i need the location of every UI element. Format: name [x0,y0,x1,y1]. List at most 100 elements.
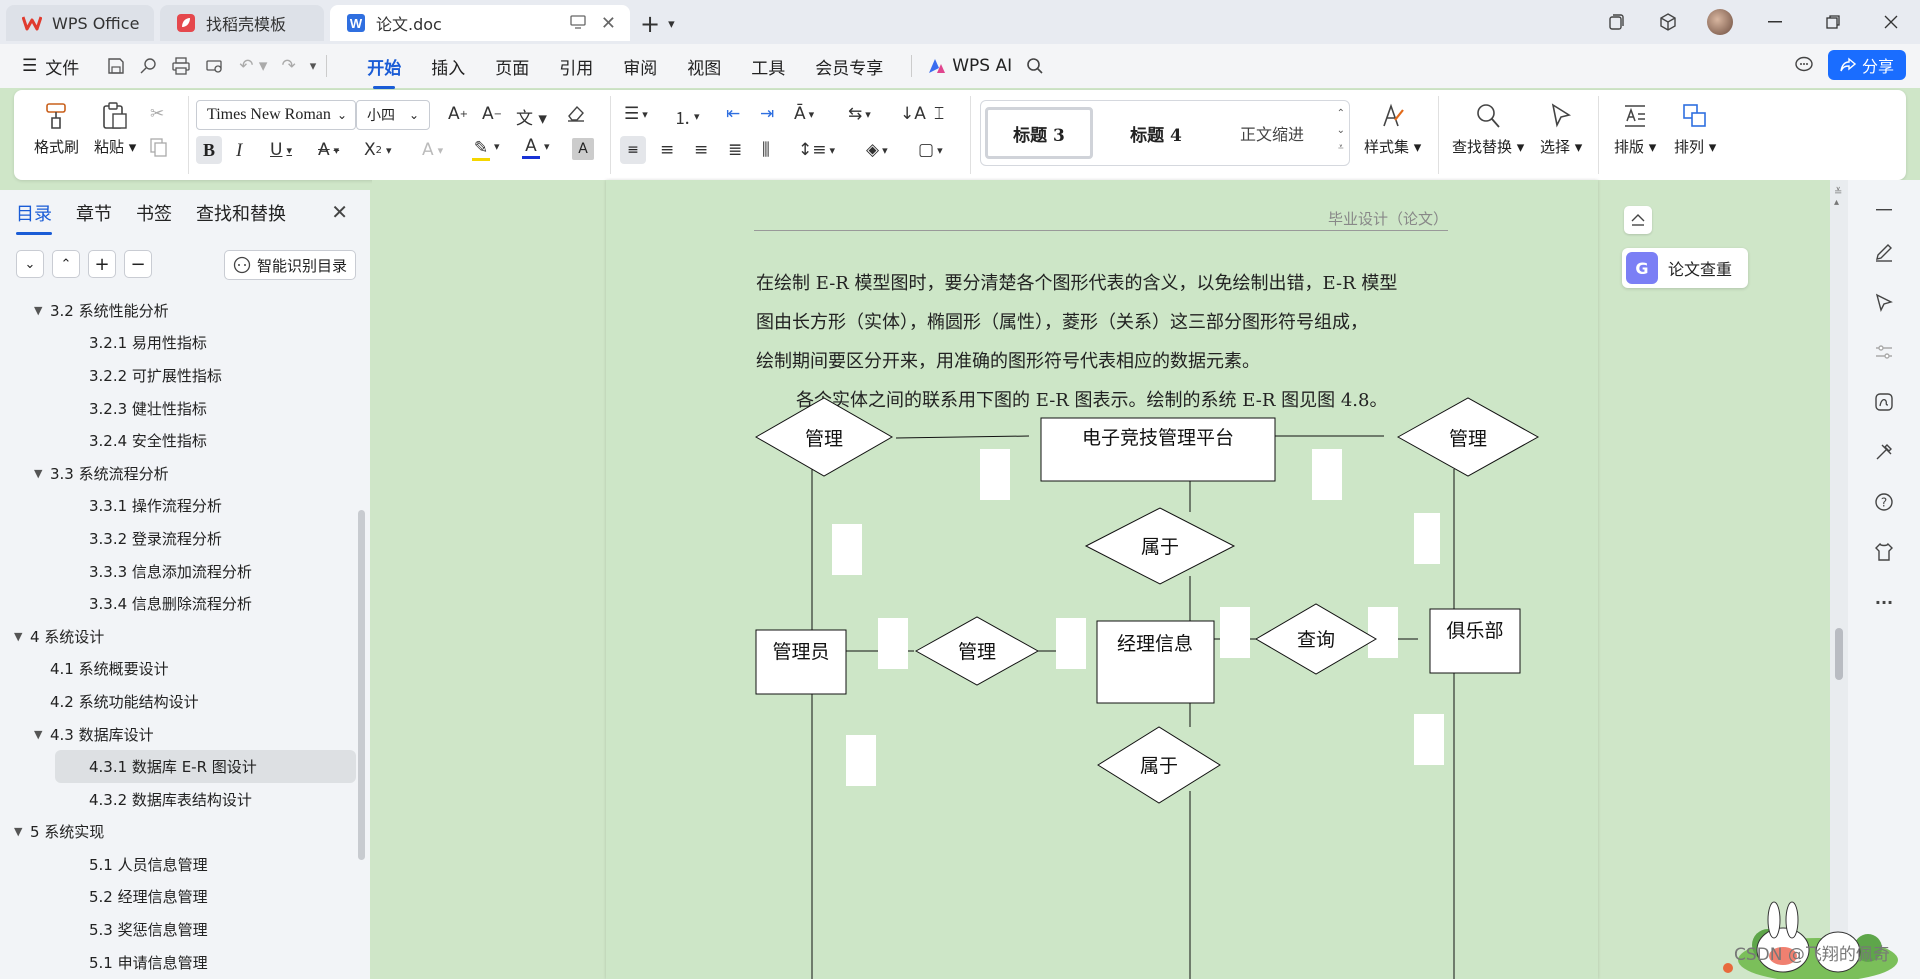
export-icon[interactable] [139,57,157,75]
help-icon[interactable]: ? [1870,488,1898,516]
numbered-list-icon[interactable]: ⒈ ▾ [674,104,700,129]
expand-triangle-icon[interactable]: ▼ [34,304,50,317]
pen-icon[interactable] [1870,238,1898,266]
menu-tab-member[interactable]: 会员专享 [815,50,883,83]
strikethrough-button[interactable]: A ▾ [318,140,339,160]
toc-item[interactable]: 4.3.1 数据库 E-R 图设计 [55,750,356,783]
toc-item[interactable]: 5.1 人员信息管理 [0,848,360,881]
style-set-button[interactable]: 样式集 ▾ [1364,102,1421,157]
italic-button[interactable]: I [236,140,242,162]
style-heading-4[interactable]: 标题 4 [1101,107,1211,159]
select-button[interactable]: 选择 ▾ [1540,102,1582,157]
wps-ai-button[interactable]: WPS AI [928,56,1012,76]
toc-item[interactable]: 5.2 经理信息管理 [0,881,360,914]
toc-item[interactable]: ▼ 4.3 数据库设计 [0,718,360,751]
comment-icon[interactable] [1794,56,1814,74]
expand-triangle-icon[interactable]: ▼ [14,825,30,838]
line-break-icon[interactable]: ⇆ ▾ [848,104,871,124]
toc-item[interactable]: ▼ 5 系统实现 [0,816,360,849]
find-replace-button[interactable]: 查找替换 ▾ [1452,102,1524,157]
increase-indent-icon[interactable]: ⇥ [760,104,774,124]
er-entity-manager-info[interactable]: 经理信息 [1096,620,1215,704]
sliders-icon[interactable] [1870,338,1898,366]
toc-item[interactable]: 4.3.2 数据库表结构设计 [0,783,360,816]
phonetic-guide-icon[interactable]: 文 ▾ [516,104,547,129]
bold-button[interactable]: B [196,136,222,164]
document-page[interactable]: 毕业设计（论文） 在绘制 E-R 模型图时，要分清楚各个图形代表的含义，以免绘制… [606,180,1598,979]
shrink-font-icon[interactable]: A − [482,104,502,124]
panel-tab-find-replace[interactable]: 查找和替换 [196,200,286,235]
menu-tab-review[interactable]: 审阅 [623,50,657,83]
add-heading-button[interactable]: + [88,250,116,278]
er-relation-manage-mid[interactable]: 管理 [914,616,1040,686]
minimize-icon[interactable] [1746,0,1804,44]
toc-item[interactable]: 4.1 系统概要设计 [0,653,360,686]
window-copy-icon[interactable] [1590,0,1642,44]
er-entity-platform[interactable]: 电子竞技管理平台 [1040,417,1276,482]
auto-toc-button[interactable]: 智能识别目录 [223,250,356,280]
decrease-indent-icon[interactable]: ⇤ [726,104,740,124]
panel-tab-toc[interactable]: 目录 [16,200,52,235]
scrollbar-thumb[interactable] [1835,628,1843,680]
er-entity-club[interactable]: 俱乐部 [1429,608,1521,674]
cube-icon[interactable] [1642,0,1694,44]
customize-qat-icon[interactable]: ▾ [310,59,317,74]
toc-item[interactable]: 4.2 系统功能结构设计 [0,685,360,718]
tools-icon[interactable] [1870,438,1898,466]
collapse-ribbon-button[interactable] [1624,206,1652,234]
menu-tab-references[interactable]: 引用 [559,50,593,83]
expand-triangle-icon[interactable]: ▼ [14,630,30,643]
er-relation-manage-left[interactable]: 管理 [754,397,894,477]
toc-item[interactable]: 3.2.3 健壮性指标 [0,392,360,425]
er-entity-admin[interactable]: 管理员 [755,629,847,695]
expand-triangle-icon[interactable]: ▼ [34,467,50,480]
toc-item[interactable]: ▼ 3.3 系统流程分析 [0,457,360,490]
toc-item[interactable]: 3.3.3 信息添加流程分析 [0,555,360,588]
clear-format-icon[interactable] [566,104,586,122]
collapse-up-button[interactable]: ⌃ [52,250,80,278]
toc-item[interactable]: ▼ 3.2 系统性能分析 [0,294,360,327]
arrange-button[interactable]: 排列 ▾ [1674,102,1716,157]
tab-document[interactable]: W 论文.doc ✕ [330,5,630,41]
style-body-indent[interactable]: 正文缩进 [1217,107,1327,159]
tab-docer-template[interactable]: 找稻壳模板 [160,5,324,41]
toc-item[interactable]: 3.3.2 登录流程分析 [0,522,360,555]
close-panel-icon[interactable]: ✕ [331,200,348,224]
menu-tab-view[interactable]: 视图 [687,50,721,83]
toc-item[interactable]: 3.2.4 安全性指标 [0,424,360,457]
er-diagram[interactable]: 电子竞技管理平台 管理员 经理信息 俱乐部 管理 管理 属于 管理 查询 属于 [606,180,1598,979]
redo-icon[interactable]: ↷ [281,56,295,76]
underline-button[interactable]: U ▾ [270,140,292,160]
panel-scrollbar[interactable] [358,510,365,860]
show-marks-icon[interactable]: ⌶ [934,104,944,124]
toc-item[interactable]: ▼ 4 系统设计 [0,620,360,653]
bullet-list-icon[interactable]: ☰ ▾ [624,104,648,124]
format-painter-button[interactable]: 格式刷 [34,102,79,157]
more-icon[interactable]: ··· [1870,588,1898,616]
search-icon[interactable] [1026,57,1044,75]
superscript-button[interactable]: X2 ▾ [364,140,392,160]
chevron-down-icon[interactable]: ▾ [544,140,550,153]
undo-icon[interactable]: ↶ ▾ [239,56,267,76]
line-spacing-icon[interactable]: ↕≡ ▾ [798,140,835,160]
menu-tab-tools[interactable]: 工具 [751,50,785,83]
expand-triangle-icon[interactable]: ▼ [34,728,50,741]
restore-icon[interactable] [1804,0,1862,44]
panel-tab-sections[interactable]: 章节 [76,200,112,235]
char-shading-button[interactable]: A [572,138,594,160]
align-right-icon[interactable]: ≡ [694,140,708,160]
monitor-icon[interactable] [570,15,586,29]
new-tab-button[interactable]: + ▾ [640,10,675,38]
print-icon[interactable] [171,57,191,75]
er-relation-belongs-top[interactable]: 属于 [1084,507,1236,585]
layout-button[interactable]: 排版 ▾ [1614,102,1656,157]
menu-tab-insert[interactable]: 插入 [431,50,465,83]
menu-tab-home[interactable]: 开始 [367,50,401,89]
handwriting-icon[interactable] [1870,388,1898,416]
document-scrollbar[interactable]: ≚ ▴ [1830,180,1848,979]
copy-icon[interactable] [150,138,168,158]
toc-item[interactable]: 3.3.4 信息删除流程分析 [0,587,360,620]
grow-font-icon[interactable]: A + [448,104,468,124]
minus-icon[interactable] [1870,196,1898,224]
style-heading-3[interactable]: 标题 3 [985,107,1093,159]
